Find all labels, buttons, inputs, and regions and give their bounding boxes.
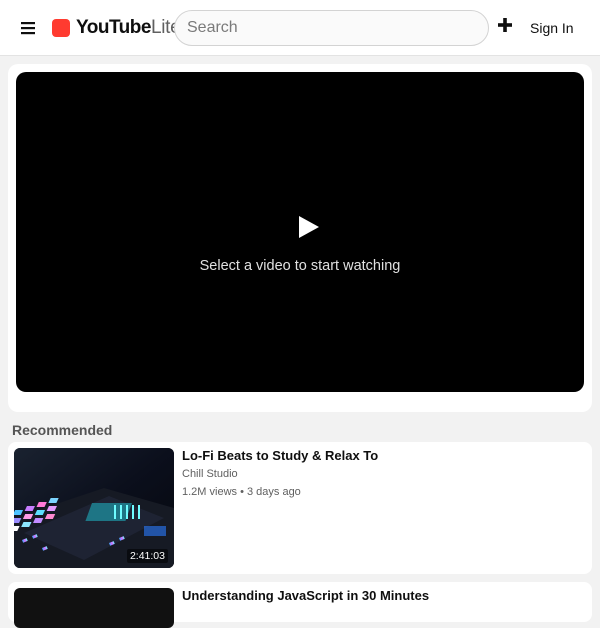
- plus-icon: [498, 18, 512, 32]
- video-thumbnail[interactable]: [14, 588, 174, 628]
- play-icon[interactable]: [298, 215, 320, 239]
- search-input[interactable]: [174, 10, 489, 46]
- logo[interactable]: YouTube Lite: [52, 16, 181, 40]
- logo-text: YouTube: [76, 17, 151, 38]
- sign-in-button[interactable]: Sign In: [530, 18, 574, 38]
- player-message: Select a video to start watching: [199, 258, 401, 274]
- logo-mark-icon: [52, 19, 70, 37]
- add-button[interactable]: [496, 16, 514, 34]
- section-heading-recommended: Recommended: [12, 422, 113, 438]
- video-card[interactable]: 2:41:03 Lo-Fi Beats to Study & Relax To …: [8, 442, 592, 574]
- video-thumbnail[interactable]: 2:41:03: [14, 448, 174, 568]
- video-duration: 2:41:03: [126, 549, 168, 563]
- video-title[interactable]: Understanding JavaScript in 30 Minutes: [182, 588, 582, 603]
- menu-icon: [21, 22, 35, 35]
- video-meta: 1.2M views • 3 days ago: [182, 486, 301, 498]
- video-channel[interactable]: Chill Studio: [182, 468, 238, 480]
- video-player[interactable]: Select a video to start watching: [16, 72, 584, 392]
- player-card: Select a video to start watching: [8, 64, 592, 412]
- video-card[interactable]: Understanding JavaScript in 30 Minutes: [8, 582, 592, 628]
- video-title[interactable]: Lo-Fi Beats to Study & Relax To: [182, 448, 582, 463]
- menu-button[interactable]: [18, 17, 40, 39]
- top-header: YouTube Lite Sign In: [0, 0, 600, 56]
